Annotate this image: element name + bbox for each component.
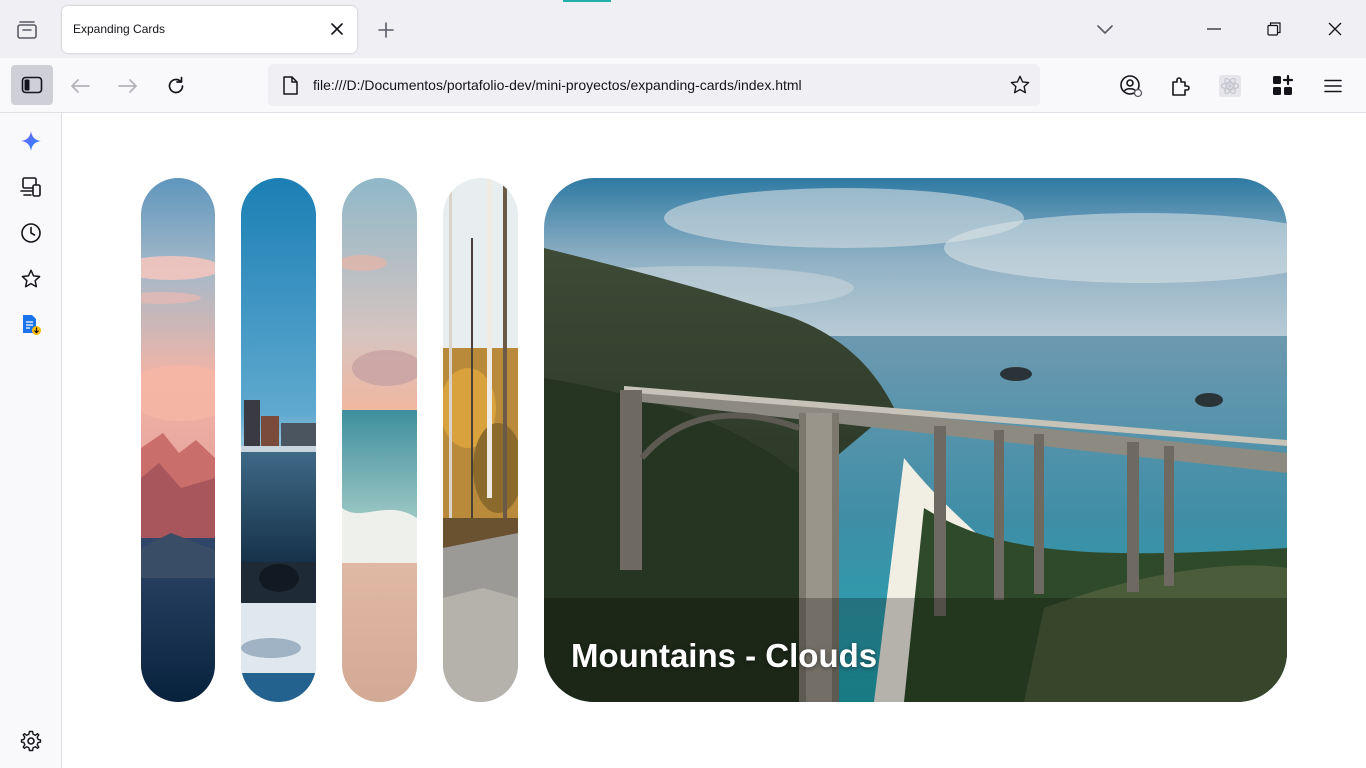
sidebar-synced-tabs-button[interactable]: [15, 171, 47, 203]
tab-strip-accent: [563, 0, 611, 2]
window-minimize-button[interactable]: [1191, 10, 1237, 48]
navigation-toolbar: file:///D:/Documentos/portafolio-dev/min…: [0, 58, 1366, 113]
card-panel-city-waterfront[interactable]: [241, 178, 316, 702]
apps-grid-button[interactable]: [1267, 70, 1299, 102]
list-all-tabs-button[interactable]: [1090, 15, 1120, 45]
history-icon: [21, 223, 41, 243]
extensions-button[interactable]: [1164, 70, 1196, 102]
card-panel-active-bridge[interactable]: Mountains - Clouds: [544, 178, 1287, 702]
url-text[interactable]: file:///D:/Documentos/portafolio-dev/min…: [313, 77, 802, 93]
tab-list-button[interactable]: [10, 13, 44, 47]
bookmarks-star-icon: [21, 269, 41, 288]
sidebar-toggle-button[interactable]: [11, 65, 53, 105]
sidebar-extension-button[interactable]: [15, 309, 47, 341]
url-bar[interactable]: file:///D:/Documentos/portafolio-dev/min…: [268, 64, 1040, 106]
back-arrow-icon: [71, 79, 90, 93]
settings-gear-icon: [20, 730, 42, 752]
reload-icon: [168, 76, 184, 94]
sidebar-bookmarks-button[interactable]: [15, 263, 47, 295]
tab-close-button[interactable]: [325, 17, 349, 41]
extensions-icon: [1172, 77, 1190, 96]
sidebar-toggle-icon: [21, 76, 43, 94]
synced-devices-icon: [20, 177, 41, 197]
app-menu-button[interactable]: [1317, 70, 1349, 102]
account-icon: [1120, 75, 1143, 98]
page-content: Mountains - Clouds: [62, 113, 1366, 768]
card-title: Mountains - Clouds: [571, 637, 878, 674]
panel-image: [544, 178, 1287, 702]
close-icon: [331, 23, 343, 35]
sidebar-settings-button[interactable]: [15, 725, 47, 757]
tab-list-icon: [17, 21, 37, 39]
card-panel-beach-shore[interactable]: [342, 178, 417, 702]
panel-image: [443, 178, 518, 702]
tab-title: Expanding Cards: [73, 22, 166, 36]
account-button[interactable]: [1115, 70, 1147, 102]
tab-strip: Expanding Cards: [0, 0, 1366, 58]
page-icon: [280, 75, 300, 95]
minimize-icon: [1207, 28, 1221, 30]
plus-icon: [378, 22, 394, 38]
panel-image: [342, 178, 417, 702]
doc-download-icon: [23, 315, 41, 335]
panel-image: [241, 178, 316, 702]
react-devtools-button[interactable]: [1214, 70, 1246, 102]
hamburger-menu-icon: [1324, 79, 1342, 93]
star-icon: [1010, 75, 1030, 94]
restore-icon: [1267, 22, 1281, 36]
forward-arrow-icon: [118, 79, 137, 93]
sidebar-ai-chatbot-button[interactable]: [15, 125, 47, 157]
card-panel-mountains-sunset[interactable]: [141, 178, 215, 702]
card-panel-autumn-forest[interactable]: [443, 178, 518, 702]
browser-sidebar: [0, 113, 62, 768]
window-close-button[interactable]: [1312, 10, 1358, 48]
new-tab-button[interactable]: [371, 15, 401, 45]
window-restore-button[interactable]: [1251, 10, 1297, 48]
back-button[interactable]: [64, 70, 96, 102]
chevron-down-icon: [1097, 25, 1113, 34]
react-devtools-icon: [1219, 75, 1241, 97]
ai-sparkle-icon: [21, 131, 41, 151]
grid-plus-icon: [1273, 75, 1294, 95]
active-tab[interactable]: Expanding Cards: [62, 6, 357, 53]
forward-button[interactable]: [112, 70, 144, 102]
bookmark-page-button[interactable]: [1008, 73, 1032, 97]
panel-image: [141, 178, 215, 702]
reload-button[interactable]: [160, 70, 192, 102]
window-close-icon: [1328, 22, 1342, 36]
sidebar-history-button[interactable]: [15, 217, 47, 249]
